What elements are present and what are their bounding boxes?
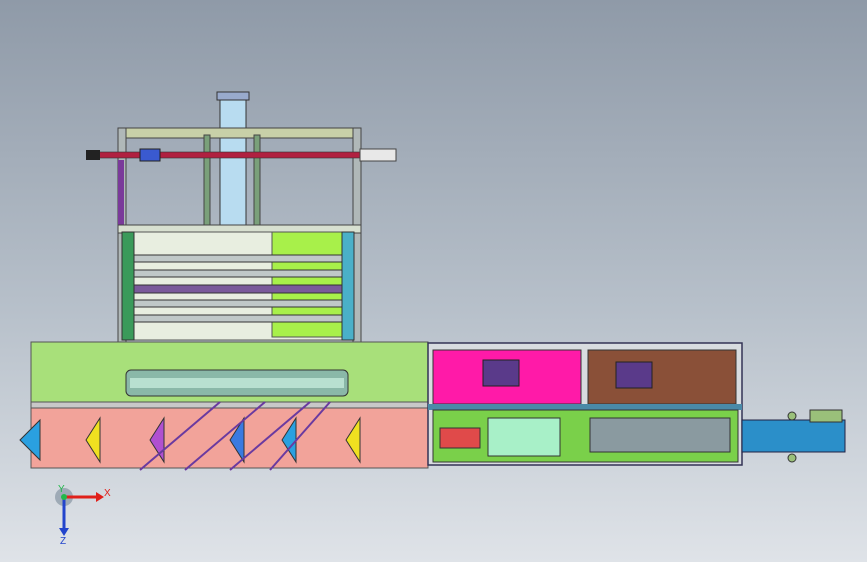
output-conveyor — [741, 409, 846, 463]
top-beam — [117, 127, 361, 139]
conveyor-belt — [741, 419, 846, 453]
grey-mechanism — [589, 417, 731, 453]
motor-left — [482, 359, 520, 387]
rod-end-left — [86, 150, 100, 160]
roller-4 — [127, 299, 351, 308]
x-axis-label: X — [104, 488, 111, 499]
right-housing — [427, 342, 743, 466]
roller-3 — [127, 284, 351, 294]
roller-2 — [127, 269, 351, 278]
brown-panel — [587, 349, 737, 405]
mint-block — [487, 417, 561, 457]
coordinate-triad: X Y Z — [55, 484, 111, 547]
x-axis-head — [96, 492, 104, 502]
cylinder-cap — [216, 91, 250, 101]
red-rod — [87, 151, 397, 159]
z-axis-label: Z — [60, 536, 66, 547]
rod-coupler — [139, 148, 161, 162]
y-axis-label: Y — [58, 484, 65, 495]
blade-blue-1 — [19, 418, 41, 462]
feed-top-rail — [30, 401, 429, 409]
green-base — [30, 341, 429, 407]
roller-1 — [127, 254, 351, 263]
conveyor-wheel-1 — [787, 411, 797, 421]
vertical-cylinder — [219, 91, 247, 227]
inner-post-left — [203, 134, 211, 226]
feed-roller-core — [130, 378, 344, 388]
conveyor-wheel-2 — [787, 453, 797, 463]
feed-section — [19, 401, 429, 471]
drive-rail — [428, 404, 742, 410]
inner-post-right — [253, 134, 261, 226]
roller-stack — [121, 231, 355, 351]
cad-viewport[interactable]: X Y Z — [0, 0, 867, 562]
left-bracket — [121, 231, 135, 341]
rod-end-right — [359, 148, 397, 162]
purple-post — [118, 160, 124, 230]
motor-right — [615, 361, 653, 389]
conveyor-top-plate — [809, 409, 843, 423]
z-axis-head — [59, 528, 69, 536]
roller-5 — [127, 314, 351, 323]
machine-drawing: X Y Z — [19, 91, 846, 547]
right-bracket — [341, 231, 355, 341]
red-block — [439, 427, 481, 449]
